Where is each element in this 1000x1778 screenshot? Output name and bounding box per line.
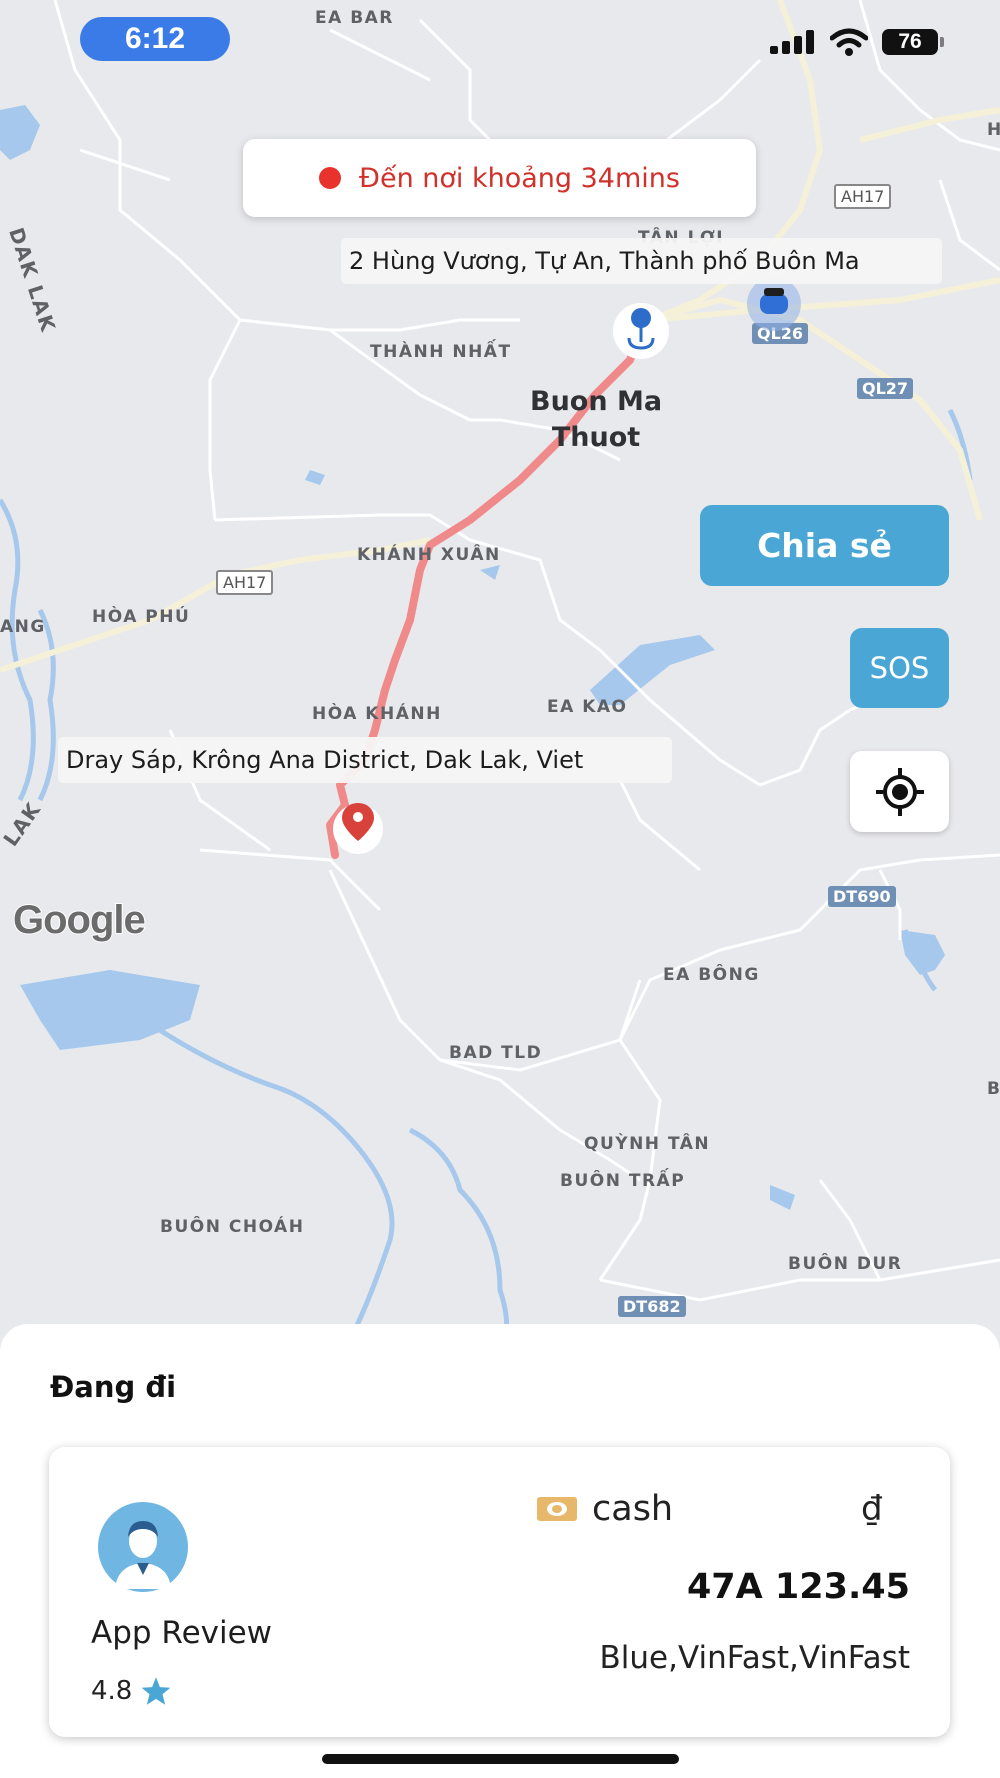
sos-button[interactable]: SOS [850, 628, 949, 708]
map-place-label: HÒA PHÚ [92, 607, 191, 627]
destination-marker-icon[interactable] [330, 795, 386, 855]
my-location-button[interactable] [850, 751, 949, 832]
city-label-line: Buon Ma [530, 386, 663, 417]
map-place-label: ANG [0, 617, 46, 637]
map-place-label: KHÁNH XUÂN [357, 545, 501, 565]
map-place-label: QUỲNH TÂN [584, 1134, 711, 1154]
driver-card[interactable]: App Review 4.8 cash ₫ 47A 123.45 Blue,Vi… [49, 1447, 950, 1737]
road-shield: DT682 [618, 1296, 686, 1317]
status-time: 6:12 [80, 17, 230, 61]
map-place-label: H [987, 120, 1000, 140]
map-place-label: BUÔN CHOÁH [160, 1217, 305, 1237]
share-button[interactable]: Chia sẻ [700, 505, 949, 586]
driver-avatar [98, 1502, 188, 1592]
city-label-line: Thuot [551, 422, 641, 453]
map-place-label: THÀNH NHẤT [370, 342, 512, 362]
driver-rating: 4.8 [91, 1676, 172, 1706]
road-shield: AH17 [216, 570, 274, 595]
rating-value: 4.8 [91, 1676, 133, 1706]
driver-car-icon [746, 276, 802, 332]
battery-icon: 76 [882, 29, 944, 55]
city-label: Buon Ma Thuot [530, 384, 662, 456]
star-icon [142, 1677, 171, 1705]
status-icons: 76 [770, 28, 944, 56]
payment-method-label: cash [592, 1489, 674, 1529]
google-logo: Google [12, 897, 147, 943]
destination-address-label: Dray Sáp, Krông Ana District, Dak Lak, V… [58, 737, 672, 783]
wifi-icon [830, 28, 868, 56]
map-place-label: EA BÔNG [663, 965, 760, 985]
eta-text: Đến nơi khoảng 34mins [359, 162, 680, 194]
origin-marker-icon[interactable] [612, 302, 670, 360]
vehicle-info: Blue,VinFast,VinFast [599, 1640, 910, 1676]
origin-address-label: 2 Hùng Vương, Tự An, Thành phố Buôn Ma [341, 238, 942, 284]
currency-symbol: ₫ [861, 1489, 883, 1529]
map-place-label: BAD TLD [449, 1043, 543, 1063]
road-shield: AH17 [834, 184, 892, 209]
cash-icon [537, 1497, 577, 1521]
driver-name: App Review [91, 1615, 273, 1651]
plate-number: 47A 123.45 [686, 1567, 910, 1607]
map-place-label: HÒA KHÁNH [312, 704, 442, 724]
signal-icon [770, 30, 814, 54]
payment-method: cash [536, 1489, 673, 1529]
map-place-label: EA KAO [547, 697, 628, 717]
trip-status-title: Đang đi [50, 1370, 177, 1404]
map-place-label: BUÔN DUR [788, 1254, 903, 1274]
crosshair-icon [875, 767, 924, 816]
map-place-label: EA BAR [315, 8, 394, 28]
eta-dot-icon [319, 167, 342, 189]
map-place-label: BUÔN TRẤP [560, 1171, 686, 1191]
map-place-label: B [987, 1079, 1000, 1099]
home-indicator[interactable] [322, 1754, 679, 1764]
road-shield: QL27 [857, 378, 914, 399]
trip-bottom-sheet: Đang đi App Review 4.8 cash ₫ 47A 123.45 [0, 1324, 1000, 1778]
road-shield: DT690 [828, 886, 896, 907]
eta-banner: Đến nơi khoảng 34mins [243, 139, 756, 217]
